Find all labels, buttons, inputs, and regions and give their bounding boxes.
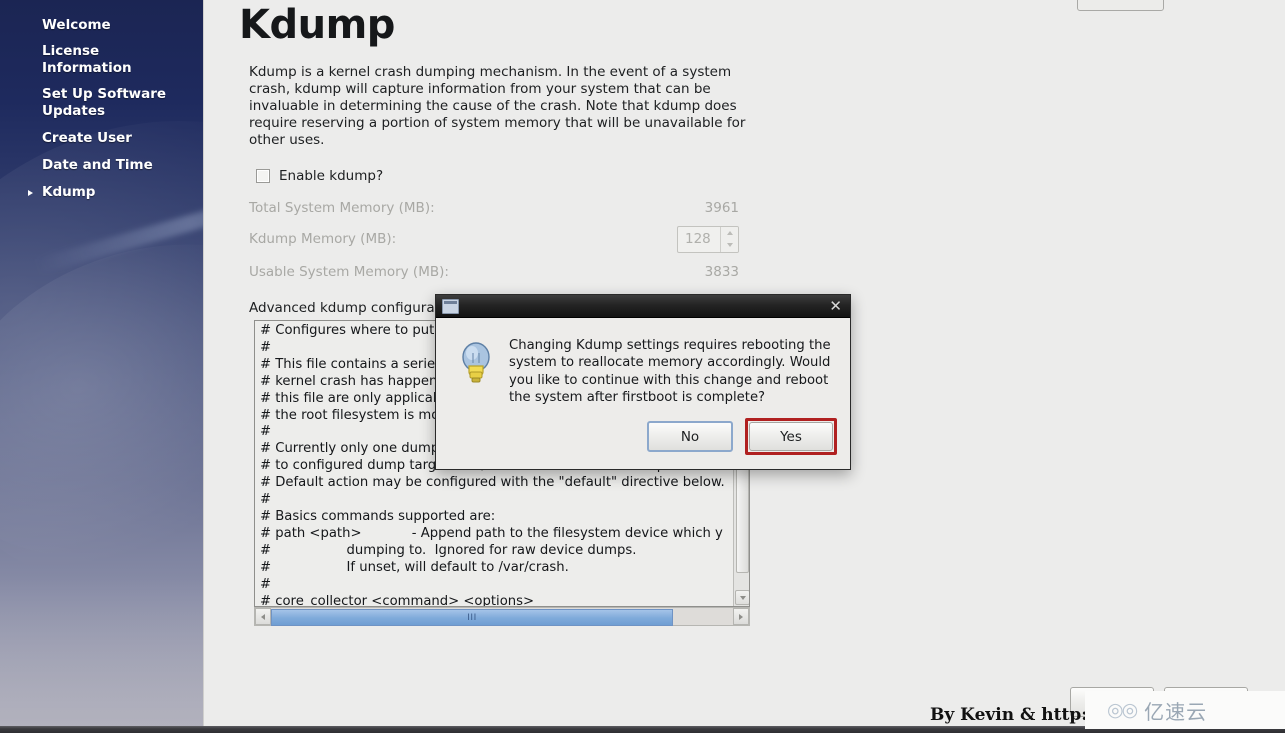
offscreen-widget-stub — [1077, 0, 1164, 11]
dialog-body: Changing Kdump settings requires rebooti… — [436, 318, 850, 406]
sidebar-swoosh-decoration-2 — [0, 191, 203, 639]
sidebar-item-kdump[interactable]: Kdump — [0, 181, 203, 204]
config-horizontal-scrollbar[interactable]: III — [254, 607, 750, 626]
wizard-sidebar: Welcome License Information Set Up Softw… — [0, 0, 203, 726]
yes-button-highlight-annotation: Yes — [745, 418, 837, 455]
horizontal-scrollbar-thumb[interactable]: III — [271, 609, 673, 626]
usable-system-memory-label: Usable System Memory (MB): — [249, 264, 449, 280]
site-logo-watermark: ◎◎ 亿速云 — [1085, 691, 1285, 729]
logo-text: 亿速云 — [1144, 699, 1208, 724]
dialog-title-bar[interactable]: ✕ — [436, 295, 850, 318]
scroll-right-arrow-icon[interactable] — [733, 608, 749, 625]
total-system-memory-label: Total System Memory (MB): — [249, 200, 435, 216]
sidebar-item-label: Set Up Software Updates — [42, 86, 167, 119]
page-description: Kdump is a kernel crash dumping mechanis… — [249, 64, 746, 149]
sidebar-item-label: License Information — [42, 43, 132, 76]
sidebar-item-label: Date and Time — [42, 157, 153, 173]
kdump-memory-stepper[interactable]: 128 — [677, 225, 739, 253]
kdump-memory-input[interactable]: 128 — [678, 227, 720, 252]
page-title: Kdump — [239, 2, 395, 48]
sidebar-item-label: Kdump — [42, 184, 96, 200]
sidebar-item-date-and-time[interactable]: Date and Time — [0, 154, 203, 177]
close-icon[interactable]: ✕ — [829, 298, 842, 314]
dialog-no-label: No — [680, 428, 700, 445]
dialog-button-row: No Yes — [647, 418, 837, 455]
scroll-left-arrow-icon[interactable] — [255, 608, 271, 625]
stepper-up-icon[interactable] — [721, 227, 738, 240]
usable-system-memory-row: Usable System Memory (MB): 3833 — [249, 261, 739, 283]
enable-kdump-checkbox-row[interactable]: Enable kdump? — [256, 168, 383, 184]
lightbulb-icon — [452, 337, 504, 406]
kdump-memory-label: Kdump Memory (MB): — [249, 231, 397, 247]
total-system-memory-value: 3961 — [704, 200, 739, 216]
total-system-memory-row: Total System Memory (MB): 3961 — [249, 197, 739, 219]
sidebar-item-create-user[interactable]: Create User — [0, 127, 203, 150]
usable-system-memory-value: 3833 — [704, 264, 739, 280]
enable-kdump-label: Enable kdump? — [279, 168, 384, 184]
sidebar-item-welcome[interactable]: Welcome — [0, 14, 203, 37]
wizard-step-list: Welcome License Information Set Up Softw… — [0, 0, 203, 204]
scroll-down-arrow-icon[interactable] — [735, 590, 749, 605]
scrollbar-grip: III — [467, 612, 477, 623]
dialog-message: Changing Kdump settings requires rebooti… — [509, 338, 831, 405]
stepper-down-icon[interactable] — [721, 239, 738, 252]
dialog-yes-button[interactable]: Yes — [749, 422, 833, 451]
sidebar-item-license-information[interactable]: License Information — [0, 41, 203, 80]
dialog-no-button[interactable]: No — [647, 421, 733, 452]
sidebar-item-label: Welcome — [42, 17, 111, 33]
dialog-yes-label: Yes — [780, 428, 802, 445]
sidebar-item-set-up-software-updates[interactable]: Set Up Software Updates — [0, 84, 203, 123]
desktop-screen: Welcome License Information Set Up Softw… — [0, 0, 1285, 733]
kdump-memory-row: Kdump Memory (MB): 128 — [249, 225, 739, 253]
caret-right-icon — [28, 189, 33, 196]
stepper-buttons[interactable] — [720, 226, 738, 252]
horizontal-scrollbar-track[interactable]: III — [271, 609, 733, 626]
window-icon — [442, 298, 459, 314]
sidebar-bottom-fade — [0, 576, 203, 726]
kdump-reboot-confirmation-dialog: ✕ Changing Kdump settings requires reboo… — [435, 294, 851, 470]
sidebar-item-label: Create User — [42, 130, 132, 146]
advanced-config-label: Advanced kdump configuration — [249, 300, 461, 316]
logo-glyph-icon: ◎◎ — [1107, 699, 1138, 721]
enable-kdump-checkbox[interactable] — [256, 169, 270, 183]
